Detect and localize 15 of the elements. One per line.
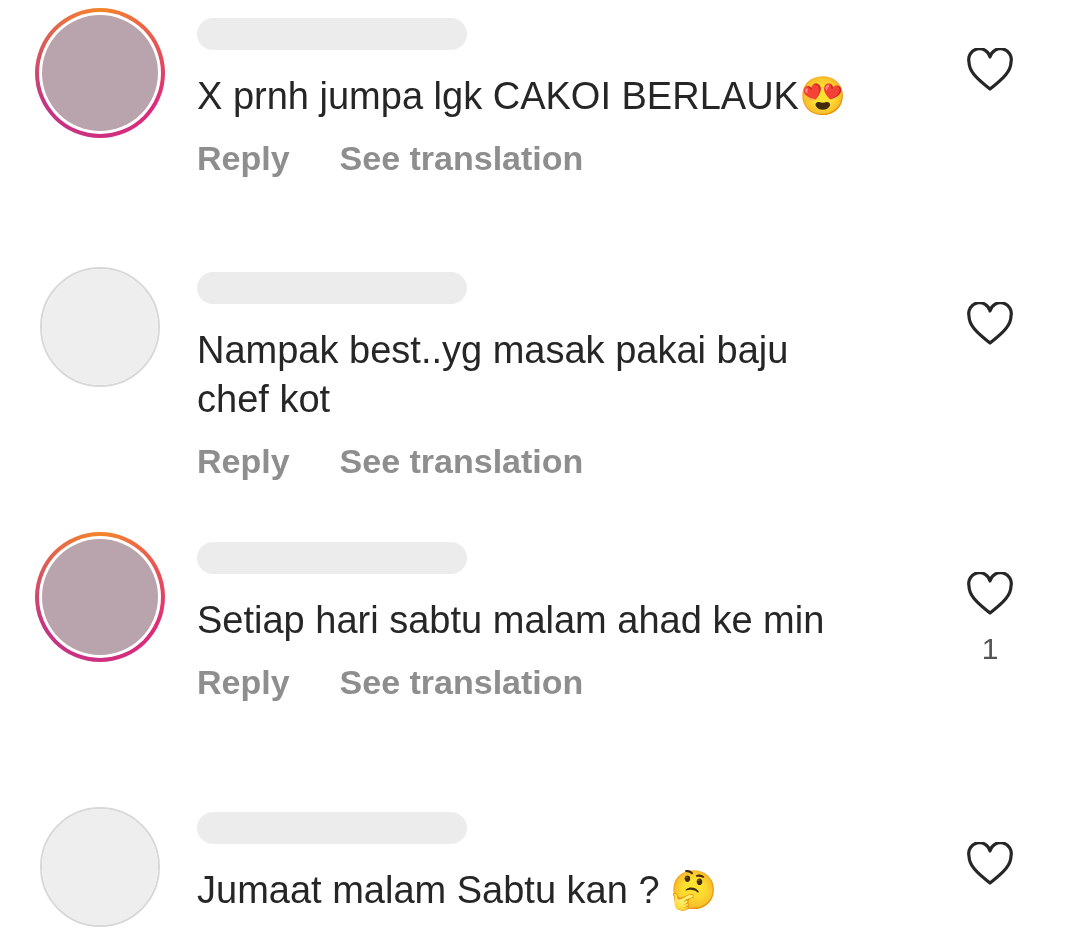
heart-icon[interactable]	[966, 572, 1014, 616]
comment-text: Jumaat malam Sabtu kan ? 🤔	[197, 868, 719, 913]
comment-text: Nampak best..yg masak pakai baju chef kot	[197, 328, 790, 422]
reply-button[interactable]: Reply	[197, 133, 290, 184]
comment-text: Setiap hari sabtu malam ahad ke min	[197, 598, 826, 643]
reply-button[interactable]: Reply	[197, 436, 290, 487]
see-translation-link[interactable]: See translation	[339, 436, 584, 487]
heart-icon[interactable]	[966, 302, 1014, 346]
comment-text: X prnh jumpa lgk CAKOI BERLAUK😍	[197, 74, 847, 119]
reply-button[interactable]: Reply	[197, 657, 290, 708]
heart-icon[interactable]	[966, 48, 1014, 92]
heart-icon[interactable]	[966, 842, 1014, 886]
see-translation-link[interactable]: See translation	[339, 133, 584, 184]
like-count: 1	[981, 631, 999, 667]
see-translation-link[interactable]: See translation	[339, 657, 584, 708]
